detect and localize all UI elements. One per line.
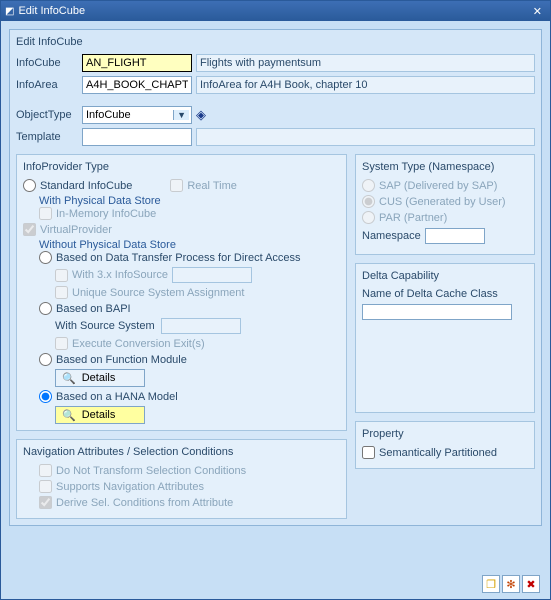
fm-details-button[interactable]: 🔍 Details — [55, 369, 145, 387]
cube-icon: ◈ — [196, 107, 206, 123]
dnt-check — [39, 464, 52, 477]
dialog-window: ◩ Edit InfoCube ✕ Edit InfoCube InfoCube… — [0, 0, 551, 600]
hana-details-button[interactable]: 🔍 Details — [55, 406, 145, 424]
realtime-label: Real Time — [187, 180, 237, 192]
dtp-label: Based on Data Transfer Process for Direc… — [56, 252, 301, 264]
inmem-label: In-Memory InfoCube — [56, 208, 156, 220]
cus-radio — [362, 195, 375, 208]
prop-title: Property — [362, 428, 528, 440]
template-label: Template — [16, 131, 78, 143]
unique-check — [55, 286, 68, 299]
sna-check — [39, 480, 52, 493]
nav-title: Navigation Attributes / Selection Condit… — [23, 446, 340, 458]
property-group: Property Semantically Partitioned — [355, 421, 535, 469]
main-panel: Edit InfoCube InfoCube InfoArea ObjectTy… — [9, 29, 542, 526]
window-icon: ◩ — [5, 6, 14, 17]
close-icon[interactable]: ✕ — [529, 5, 546, 18]
sap-radio — [362, 179, 375, 192]
systype-title: System Type (Namespace) — [362, 161, 528, 173]
infocube-label: InfoCube — [16, 57, 78, 69]
fm-details-label: Details — [82, 372, 116, 384]
create-button[interactable]: ✻ — [502, 575, 520, 593]
par-radio — [362, 211, 375, 224]
chevron-down-icon: ▼ — [173, 110, 189, 120]
dtp-radio[interactable] — [39, 251, 52, 264]
standard-label: Standard InfoCube — [40, 180, 132, 192]
footer-buttons: ❐ ✻ ✖ — [482, 575, 540, 593]
standard-radio[interactable] — [23, 179, 36, 192]
bapi-radio[interactable] — [39, 302, 52, 315]
inmem-check — [39, 207, 52, 220]
infocube-input[interactable] — [82, 54, 192, 72]
unique-label: Unique Source System Assignment — [72, 287, 244, 299]
par-label: PAR (Partner) — [379, 212, 447, 224]
infoarea-input[interactable] — [82, 76, 192, 94]
objecttype-label: ObjectType — [16, 109, 78, 121]
search-icon: 🔍 — [62, 409, 76, 422]
fm-radio[interactable] — [39, 353, 52, 366]
sap-label: SAP (Delivered by SAP) — [379, 180, 497, 192]
phys-label: With Physical Data Store — [39, 195, 340, 207]
virtual-check — [23, 223, 36, 236]
title-bar: ◩ Edit InfoCube ✕ — [1, 1, 550, 21]
template-input[interactable] — [82, 128, 192, 146]
cancel-button[interactable]: ✖ — [522, 575, 540, 593]
exec-label: Execute Conversion Exit(s) — [72, 338, 205, 350]
nophys-label: Without Physical Data Store — [39, 239, 340, 251]
window-title: Edit InfoCube — [18, 5, 85, 17]
ns-input[interactable] — [425, 228, 485, 244]
delta-title: Delta Capability — [362, 270, 528, 282]
bapi-label: Based on BAPI — [56, 303, 131, 315]
delta-name-label: Name of Delta Cache Class — [362, 288, 528, 300]
copy-button[interactable]: ❐ — [482, 575, 500, 593]
objecttype-select[interactable]: InfoCube ▼ — [82, 106, 192, 124]
infoprovider-type-group: InfoProvider Type Standard InfoCube Real… — [16, 154, 347, 431]
fm-label: Based on Function Module — [56, 354, 187, 366]
w3x-check — [55, 269, 68, 282]
search-icon: 🔍 — [62, 372, 76, 385]
delta-input[interactable] — [362, 304, 512, 320]
w3x-label: With 3.x InfoSource — [72, 269, 168, 281]
w3x-input — [172, 267, 252, 283]
content-area: Edit InfoCube InfoCube InfoArea ObjectTy… — [1, 21, 550, 534]
dnt-label: Do Not Transform Selection Conditions — [56, 465, 246, 477]
exec-check — [55, 337, 68, 350]
sp-label: Semantically Partitioned — [379, 447, 497, 459]
withss-label: With Source System — [55, 320, 155, 332]
ns-label: Namespace — [362, 230, 421, 242]
cus-label: CUS (Generated by User) — [379, 196, 506, 208]
hana-label: Based on a HANA Model — [56, 391, 178, 403]
hana-radio[interactable] — [39, 390, 52, 403]
virtual-label: VirtualProvider — [40, 224, 112, 236]
sna-label: Supports Navigation Attributes — [56, 481, 204, 493]
infoarea-label: InfoArea — [16, 79, 78, 91]
sp-check[interactable] — [362, 446, 375, 459]
infocube-desc[interactable] — [196, 54, 535, 72]
der-label: Derive Sel. Conditions from Attribute — [56, 497, 233, 509]
delta-group: Delta Capability Name of Delta Cache Cla… — [355, 263, 535, 413]
der-check — [39, 496, 52, 509]
nav-attr-group: Navigation Attributes / Selection Condit… — [16, 439, 347, 519]
hana-details-label: Details — [82, 409, 116, 421]
ipt-title: InfoProvider Type — [23, 161, 340, 173]
realtime-check — [170, 179, 183, 192]
panel-title: Edit InfoCube — [16, 36, 535, 48]
template-desc[interactable] — [196, 128, 535, 146]
withss-input — [161, 318, 241, 334]
system-type-group: System Type (Namespace) SAP (Delivered b… — [355, 154, 535, 255]
infoarea-desc[interactable] — [196, 76, 535, 94]
objecttype-value: InfoCube — [86, 109, 131, 121]
